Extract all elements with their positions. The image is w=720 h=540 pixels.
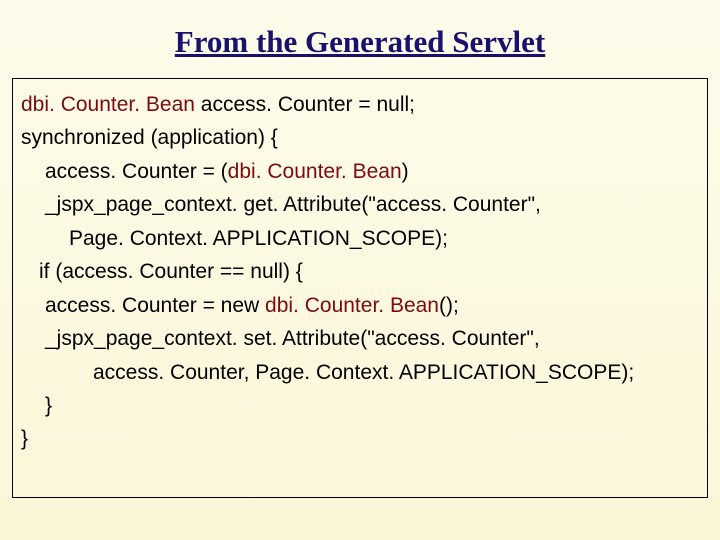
code-line: } [21, 391, 699, 421]
keyword: dbi. Counter. Bean [265, 294, 439, 317]
code-line: Page. Context. APPLICATION_SCOPE); [21, 224, 699, 254]
code-text: access. Counter = new [45, 294, 265, 317]
code-text: access. Counter = ( [45, 160, 228, 183]
code-box: dbi. Counter. Bean access. Counter = nul… [12, 78, 708, 498]
code-text: ) [402, 160, 409, 183]
code-text: access. Counter = null; [195, 93, 415, 116]
slide-title: From the Generated Servlet [12, 24, 708, 60]
keyword: dbi. Counter. Bean [21, 93, 195, 116]
code-line: } [21, 424, 699, 454]
code-line: access. Counter = new dbi. Counter. Bean… [21, 291, 699, 321]
code-line: _jspx_page_context. get. Attribute("acce… [21, 190, 699, 220]
code-line: synchronized (application) { [21, 123, 699, 153]
slide: From the Generated Servlet dbi. Counter.… [0, 0, 720, 540]
code-line: if (access. Counter == null) { [21, 257, 699, 287]
code-line: access. Counter, Page. Context. APPLICAT… [21, 358, 699, 388]
code-line: dbi. Counter. Bean access. Counter = nul… [21, 90, 699, 120]
keyword: dbi. Counter. Bean [228, 160, 402, 183]
code-line: _jspx_page_context. set. Attribute("acce… [21, 324, 699, 354]
code-line: access. Counter = (dbi. Counter. Bean) [21, 157, 699, 187]
code-text: (); [439, 294, 459, 317]
